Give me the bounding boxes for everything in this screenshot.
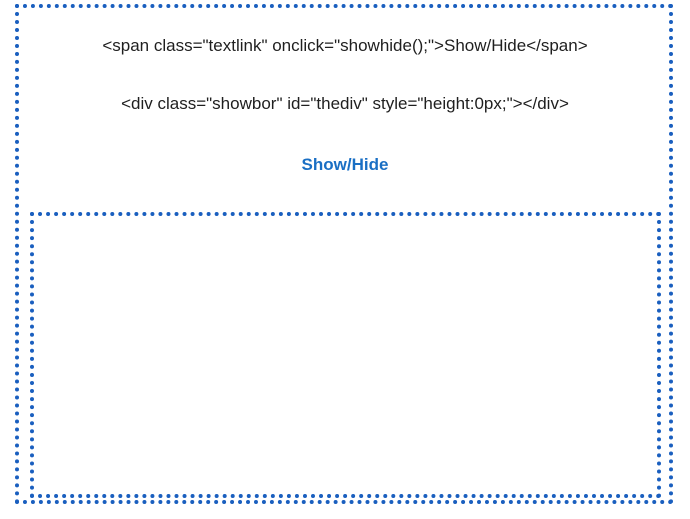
show-hide-link[interactable]: Show/Hide [0, 155, 690, 175]
code-line-span: <span class="textlink" onclick="showhide… [102, 36, 588, 55]
toggle-div-box [30, 212, 661, 498]
code-line-div: <div class="showbor" id="thediv" style="… [121, 94, 569, 113]
